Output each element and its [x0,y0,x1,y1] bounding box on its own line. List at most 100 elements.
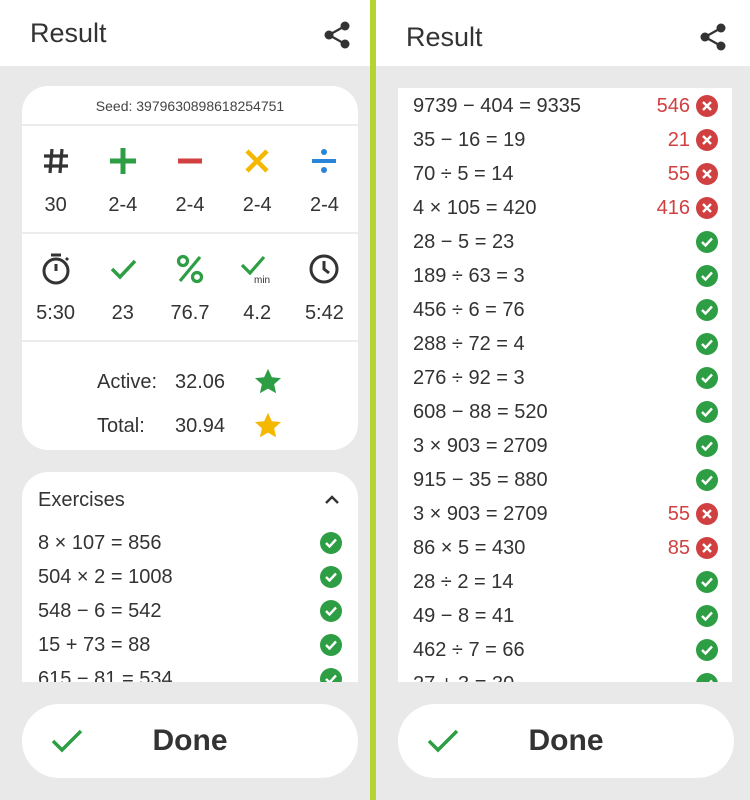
active-score: Active: 32.06 [22,360,358,404]
exercises-header[interactable]: Exercises [22,472,358,526]
plus-icon [109,148,136,174]
division-range: 2-4 [309,194,339,216]
exercise-text: 8 × 107 = 856 [38,531,162,554]
exercise-row: 86 × 5 = 430 85 [398,531,732,565]
check-per-min-icon: min [241,255,270,285]
result-indicator: 85 [668,537,718,560]
per-minute-value: 4.2 [243,302,272,324]
exercise-text: 9739 − 404 = 9335 [413,94,581,117]
result-indicator: 416 [657,197,718,220]
right-screen: Result 9739 − 404 = 9335 546 35 − 16 = 19 2… [376,0,750,800]
exercise-text: 462 ÷ 7 = 66 [413,638,525,661]
stat-percent: 76.7 [156,234,223,340]
result-indicator [696,231,718,253]
wrong-icon [696,197,718,219]
addition-range: 2-4 [108,194,138,216]
exercise-text: 288 ÷ 72 = 4 [413,332,525,355]
correct-icon [696,333,718,355]
wrong-icon [696,129,718,151]
exercise-row: 49 − 8 = 41 [398,599,732,633]
stat-per-minute: min 4.2 [224,234,291,340]
setting-count: 30 [22,126,89,232]
correct-icon [696,469,718,491]
exercise-text: 504 × 2 = 1008 [38,565,173,588]
wrong-icon [696,163,718,185]
correct-icon [320,566,342,588]
result-indicator [696,605,718,627]
exercise-text: 28 ÷ 2 = 14 [413,570,514,593]
stats-card: Seed: 3979630898618254751 30 2-4 2-4 2-4… [22,86,358,450]
share-icon[interactable] [322,20,352,50]
done-check-icon [427,729,459,753]
active-value: 32.06 [175,370,226,393]
result-indicator [320,668,342,682]
exercise-row: 15 + 73 = 88 [22,628,358,662]
correct-icon [320,634,342,656]
wrong-icon [696,537,718,559]
exercise-row: 27 + 3 = 30 [398,667,732,682]
percent-value: 76.7 [170,302,210,324]
exercise-row: 915 − 35 = 880 [398,463,732,497]
exercise-row: 28 − 5 = 23 [398,225,732,259]
exercise-text: 915 − 35 = 880 [413,468,548,491]
exercise-row: 456 ÷ 6 = 76 [398,293,732,327]
done-button[interactable]: Done [398,704,734,778]
exercise-text: 49 − 8 = 41 [413,604,515,627]
given-answer: 85 [667,536,690,559]
result-indicator: 55 [668,163,718,186]
correct-value: 23 [111,302,134,324]
exercise-text: 28 − 5 = 23 [413,230,515,253]
correct-icon [696,605,718,627]
exercise-row: 70 ÷ 5 = 14 55 [398,157,732,191]
correct-icon [320,668,342,682]
exercises-title: Exercises [38,488,125,511]
exercise-text: 86 × 5 = 430 [413,536,526,559]
multiplication-range: 2-4 [242,194,272,216]
chevron-up-icon[interactable] [322,490,342,510]
yellow-star-icon [255,412,281,438]
result-indicator [696,571,718,593]
exercise-row: 462 ÷ 7 = 66 [398,633,732,667]
correct-icon [696,639,718,661]
result-indicator [696,299,718,321]
elapsed-value: 5:42 [304,302,344,324]
seed-text: Seed: 3979630898618254751 [22,86,358,126]
total-label: Total: [97,414,145,437]
result-indicator [320,600,342,622]
exercise-list: 9739 − 404 = 9335 546 35 − 16 = 19 21 70 ÷ 5… [398,88,732,682]
result-indicator [696,435,718,457]
check-icon [110,259,137,280]
total-score: Total: 30.94 [22,404,358,448]
correct-icon [696,231,718,253]
count-value: 30 [44,194,67,216]
exercise-row: 504 × 2 = 1008 [22,560,358,594]
result-indicator [320,566,342,588]
result-indicator [696,401,718,423]
minus-icon [178,158,202,164]
setting-division: 2-4 [291,126,358,232]
correct-icon [696,265,718,287]
exercise-row: 8 × 107 = 856 [22,526,358,560]
setting-subtraction: 2-4 [156,126,223,232]
page-title: Result [406,22,483,52]
result-indicator [696,367,718,389]
exercise-row: 3 × 903 = 2709 55 [398,497,732,531]
stat-elapsed: 5:42 [291,234,358,340]
correct-icon [696,673,718,682]
result-indicator [696,673,718,682]
exercise-text: 456 ÷ 6 = 76 [413,298,525,321]
time-limit-value: 5:30 [36,302,76,324]
exercise-text: 608 − 88 = 520 [413,400,548,423]
exercise-text: 4 × 105 = 420 [413,196,537,219]
result-indicator: 21 [668,129,718,152]
exercise-text: 35 − 16 = 19 [413,128,526,151]
exercise-text: 27 + 3 = 30 [413,673,514,683]
app-bar: Result [376,0,750,66]
stats-row: 5:30 23 76.7 min 4.2 5:42 [22,234,358,342]
correct-icon [320,600,342,622]
exercise-text: 3 × 903 = 2709 [413,434,548,457]
share-icon[interactable] [698,22,728,52]
done-button[interactable]: Done [22,704,358,778]
setting-addition: 2-4 [89,126,156,232]
divide-icon [312,149,337,173]
